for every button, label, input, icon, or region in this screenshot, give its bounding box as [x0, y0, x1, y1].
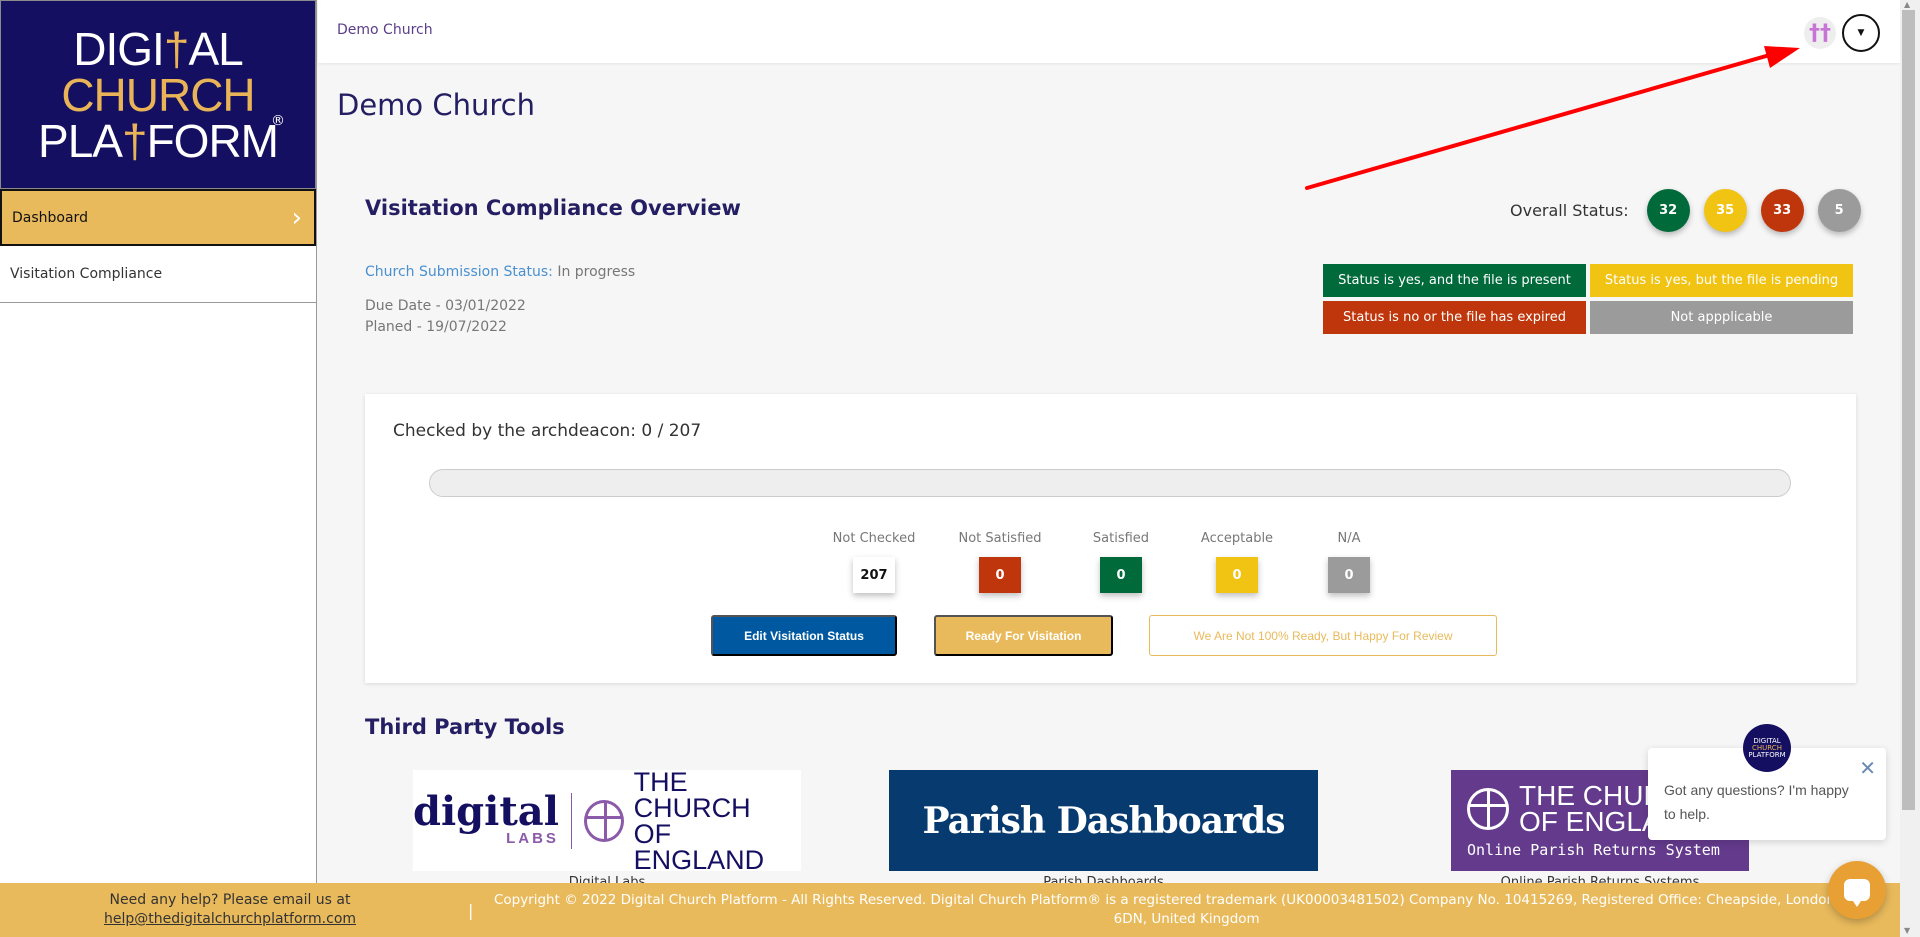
logo-text: DIGI — [73, 22, 165, 75]
legend-expired: Status is no or the file has expired — [1323, 301, 1586, 334]
scroll-up-icon[interactable]: ▲ — [1904, 0, 1910, 9]
logo-text: FORM — [146, 114, 279, 167]
top-bar: Demo Church †† ▼ — [318, 0, 1900, 63]
digital-labs-logo: digital LABS THE CHURCH OF ENGLAND — [413, 766, 801, 875]
logo-text: OF ENGLAND — [633, 818, 765, 875]
archdeacon-checked-label: Checked by the archdeacon: 0 / 207 — [393, 421, 702, 441]
planned-date: Planed - 19/07/2022 — [365, 319, 507, 335]
legend-pending: Status is yes, but the file is pending — [1590, 264, 1853, 297]
digital-wordmark: digital — [413, 788, 559, 835]
not-ready-happy-for-review-button[interactable]: We Are Not 100% Ready, But Happy For Rev… — [1149, 615, 1497, 656]
user-menu-dropdown-button[interactable]: ▼ — [1842, 14, 1880, 52]
archdeacon-check-card: Checked by the archdeacon: 0 / 207 Not C… — [365, 394, 1856, 683]
cross-icon: † — [163, 22, 190, 75]
overall-status-label: Overall Status: — [1510, 201, 1629, 220]
parish-dashboards-logo: Parish Dashboards — [922, 799, 1286, 842]
church-of-england-cross-icon — [1467, 787, 1509, 830]
help-email-link[interactable]: help@thedigitalchurchplatform.com — [104, 911, 356, 927]
logo-text: AL — [188, 22, 243, 75]
sidebar-item-label: Dashboard — [12, 209, 88, 226]
chat-message: Got any questions? I'm happy to help. — [1664, 782, 1849, 822]
scroll-down-icon[interactable]: ▼ — [1904, 926, 1910, 935]
breadcrumb[interactable]: Demo Church — [337, 22, 433, 38]
logo-line-1: DIGI†AL — [73, 22, 243, 75]
overall-status: Overall Status: 32 35 33 5 — [1510, 189, 1875, 232]
count-satisfied: Satisfied 0 — [1067, 531, 1175, 593]
count-value: 0 — [979, 557, 1021, 593]
annotation-arrow-shaft — [1305, 50, 1782, 190]
page-title: Demo Church — [337, 88, 536, 122]
status-circle-present: 32 — [1646, 189, 1690, 232]
submission-status: Church Submission Status: In progress — [365, 264, 635, 280]
logo-line-3: PLA†FORM — [38, 114, 279, 167]
digital-church-platform-logo[interactable]: DIGI†AL CHURCH PLA†FORM ® — [0, 0, 316, 189]
section-title: Visitation Compliance Overview — [365, 196, 741, 220]
count-value: 0 — [1328, 557, 1370, 593]
count-label: N/A — [1337, 531, 1361, 546]
avatar-icon: †† — [1809, 20, 1831, 46]
church-of-england-cross-icon — [583, 799, 624, 842]
submission-status-label: Church Submission Status: — [365, 264, 553, 280]
status-legend: Status is yes, and the file is present S… — [1323, 264, 1853, 334]
sidebar-item-dashboard[interactable]: Dashboard › — [0, 189, 316, 246]
logo-line-2: CHURCH — [61, 68, 255, 121]
footer-help: Need any help? Please email us at help@t… — [0, 891, 460, 929]
edit-visitation-status-button[interactable]: Edit Visitation Status — [711, 615, 897, 656]
scroll-thumb[interactable] — [1902, 10, 1915, 810]
footer: Need any help? Please email us at help@t… — [0, 883, 1900, 937]
chat-launcher-button[interactable] — [1828, 861, 1886, 919]
dates: Due Date - 03/01/2022 Planed - 19/07/202… — [365, 296, 526, 338]
church-of-england-wordmark: THE CHURCH OF ENGLAND — [633, 766, 801, 875]
count-not-checked: Not Checked 207 — [815, 531, 933, 593]
ready-for-visitation-button[interactable]: Ready For Visitation — [934, 615, 1113, 656]
cross-icon: † — [121, 114, 148, 167]
footer-copyright: Copyright © 2022 Digital Church Platform… — [493, 892, 1880, 927]
logo-divider — [570, 792, 572, 849]
chat-bubble-icon — [1844, 879, 1870, 907]
check-counts: Not Checked 207 Not Satisfied 0 Satisfie… — [815, 531, 1399, 593]
count-value: 0 — [1100, 557, 1142, 593]
visitation-actions: Edit Visitation Status Ready For Visitat… — [711, 615, 1497, 656]
legend-present: Status is yes, and the file is present — [1323, 264, 1586, 297]
close-icon[interactable]: ✕ — [1859, 758, 1876, 778]
page-scrollbar[interactable]: ▲ ▼ — [1900, 0, 1920, 937]
footer-help-text: Need any help? Please email us at — [109, 892, 351, 908]
submission-status-value: In progress — [557, 264, 636, 280]
parish-dashboards-tool-link[interactable]: Parish Dashboards — [889, 770, 1318, 871]
sidebar: DIGI†AL CHURCH PLA†FORM ® Dashboard › Vi… — [0, 0, 317, 883]
logo-text: PLA — [38, 114, 123, 167]
digital-labs-wordmark: digital LABS — [413, 788, 559, 848]
status-circle-pending: 35 — [1703, 189, 1747, 232]
count-label: Not Satisfied — [958, 531, 1042, 546]
logo-text: THE CHURCH — [633, 766, 751, 823]
user-avatar[interactable]: †† — [1804, 17, 1836, 49]
third-party-tools-title: Third Party Tools — [365, 715, 565, 739]
opr-subtitle: Online Parish Returns System — [1467, 840, 1720, 859]
chevron-right-icon: › — [291, 202, 302, 233]
count-label: Acceptable — [1200, 531, 1274, 546]
status-circle-not-applicable: 5 — [1817, 189, 1861, 232]
count-value: 0 — [1216, 557, 1258, 593]
caret-down-icon: ▼ — [1857, 28, 1865, 38]
count-not-satisfied: Not Satisfied 0 — [933, 531, 1067, 593]
digital-labs-tool-link[interactable]: digital LABS THE CHURCH OF ENGLAND — [413, 766, 801, 875]
archdeacon-progress-bar — [429, 469, 1791, 497]
status-circle-expired: 33 — [1760, 189, 1804, 232]
sidebar-item-label: Visitation Compliance — [10, 266, 163, 282]
sidebar-item-visitation-compliance[interactable]: Visitation Compliance — [0, 246, 316, 303]
count-na: N/A 0 — [1299, 531, 1399, 593]
registered-mark: ® — [271, 113, 285, 129]
count-value: 207 — [853, 557, 895, 593]
avatar-text: PLATFORM — [1748, 750, 1786, 759]
count-label: Satisfied — [1092, 531, 1150, 546]
chat-bot-avatar: DIGITAL CHURCH PLATFORM — [1743, 724, 1791, 772]
count-label: Not Checked — [832, 531, 916, 546]
legend-not-applicable: Not appplicable — [1590, 301, 1853, 334]
count-acceptable: Acceptable 0 — [1175, 531, 1299, 593]
due-date: Due Date - 03/01/2022 — [365, 298, 526, 314]
